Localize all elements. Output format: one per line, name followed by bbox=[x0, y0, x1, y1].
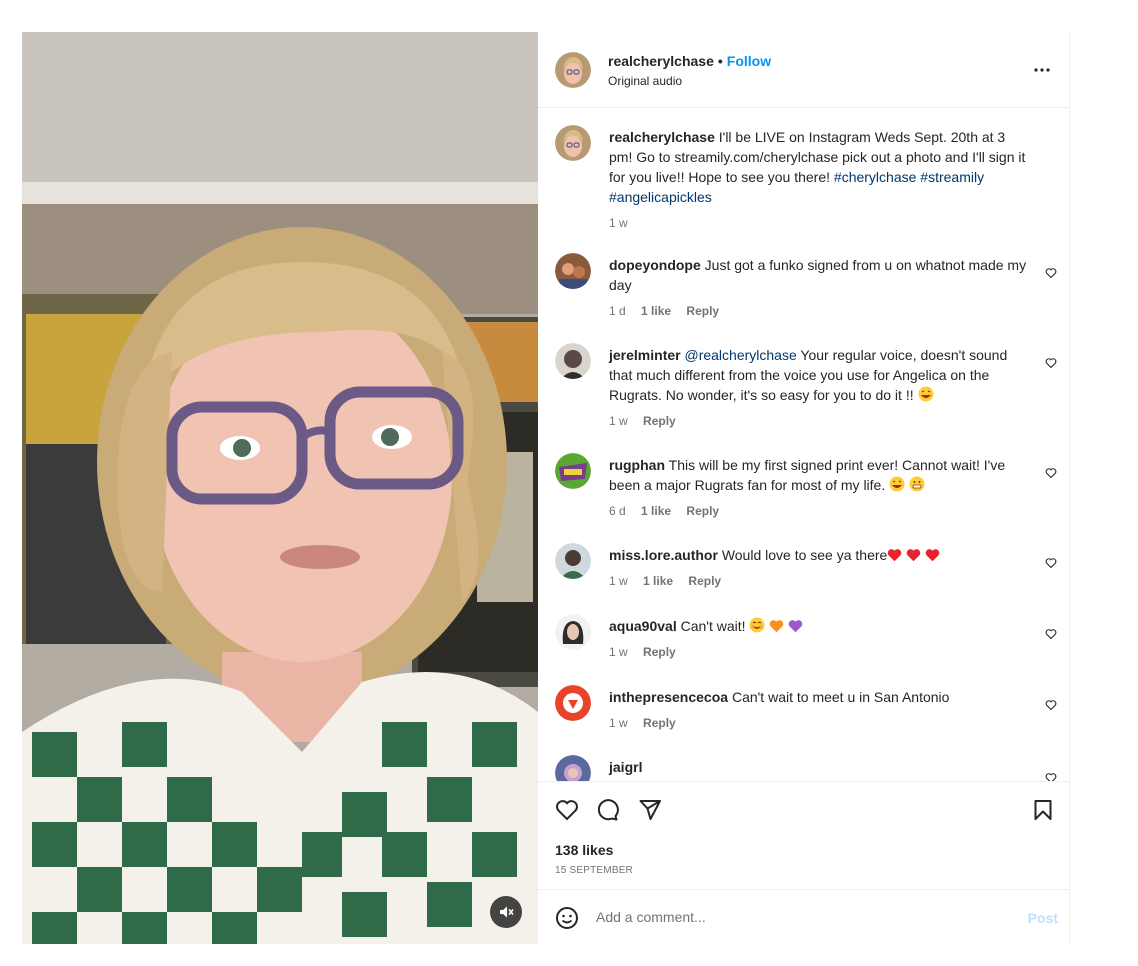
comment-time[interactable]: 1 w bbox=[609, 574, 628, 588]
caption-time[interactable]: 1 w bbox=[609, 216, 628, 230]
like-comment-heart-icon[interactable] bbox=[1045, 467, 1057, 479]
like-comment-heart-icon[interactable] bbox=[1045, 267, 1057, 279]
video-frame bbox=[22, 32, 538, 944]
comment-input[interactable] bbox=[596, 904, 996, 930]
comment-username[interactable]: jaigrl bbox=[609, 759, 642, 775]
author-username[interactable]: realcherylchase bbox=[608, 53, 714, 69]
like-comment-heart-icon[interactable] bbox=[1045, 699, 1057, 711]
comment-time[interactable]: 1 w bbox=[609, 645, 628, 659]
like-comment-heart-icon[interactable] bbox=[1045, 628, 1057, 640]
mute-toggle[interactable] bbox=[490, 896, 522, 928]
share-icon[interactable] bbox=[638, 798, 662, 822]
post-header: realcherylchase • Follow Original audio bbox=[538, 32, 1070, 108]
hashtag-link[interactable]: #streamily bbox=[920, 169, 984, 185]
reel-video[interactable] bbox=[22, 32, 538, 944]
comment-time[interactable]: 1 w bbox=[609, 716, 628, 730]
comment-text: Would love to see ya there bbox=[721, 547, 888, 563]
purple-heart-emoji-icon bbox=[788, 620, 803, 633]
comment-likes[interactable]: 1 like bbox=[641, 504, 671, 518]
emoji-picker-icon[interactable] bbox=[555, 906, 579, 930]
reply-button[interactable]: Reply bbox=[688, 574, 721, 588]
laughing-emoji-icon bbox=[918, 386, 933, 402]
author-avatar[interactable] bbox=[555, 52, 591, 88]
comment-text: Can't wait to meet u in San Antonio bbox=[731, 689, 950, 705]
hashtag-link[interactable]: #cherylchase bbox=[834, 169, 917, 185]
comment-composer: Post bbox=[538, 889, 1070, 944]
commenter-avatar[interactable] bbox=[555, 685, 591, 721]
post-actions: 138 likes 15 SEPTEMBER bbox=[538, 781, 1070, 889]
speaker-muted-icon bbox=[500, 906, 514, 918]
like-comment-heart-icon[interactable] bbox=[1045, 772, 1057, 781]
caption-body: realcherylchase I'll be LIVE on Instagra… bbox=[609, 127, 1029, 231]
comment-time[interactable]: 6 d bbox=[609, 504, 626, 518]
comments-list[interactable]: realcherylchase I'll be LIVE on Instagra… bbox=[538, 109, 1070, 781]
follow-button[interactable]: Follow bbox=[727, 53, 771, 69]
ellipsis-icon bbox=[1034, 68, 1050, 72]
red-heart-emoji-icon bbox=[906, 549, 921, 562]
bookmark-icon[interactable] bbox=[1031, 798, 1055, 822]
commenter-avatar[interactable] bbox=[555, 253, 591, 289]
like-comment-heart-icon[interactable] bbox=[1045, 557, 1057, 569]
more-options-button[interactable] bbox=[1030, 58, 1054, 82]
comment-username[interactable]: rugphan bbox=[609, 457, 665, 473]
commenter-avatar[interactable] bbox=[555, 614, 591, 650]
red-heart-emoji-icon bbox=[888, 549, 902, 562]
comment-likes[interactable]: 1 like bbox=[641, 304, 671, 318]
orange-heart-emoji-icon bbox=[770, 620, 784, 633]
commenter-avatar[interactable] bbox=[555, 343, 591, 379]
smiling-emoji-icon bbox=[749, 617, 765, 633]
heart-icon[interactable] bbox=[555, 798, 579, 822]
reply-button[interactable]: Reply bbox=[643, 716, 676, 730]
separator-dot: • bbox=[717, 53, 723, 69]
comment-time[interactable]: 1 d bbox=[609, 304, 626, 318]
commenter-avatar[interactable] bbox=[555, 543, 591, 579]
post-comment-button[interactable]: Post bbox=[1028, 910, 1058, 926]
mention-link[interactable]: @realcherylchase bbox=[684, 347, 796, 363]
comment-likes[interactable]: 1 like bbox=[643, 574, 673, 588]
grinning-emoji-icon bbox=[909, 476, 925, 492]
caption-author-avatar[interactable] bbox=[555, 125, 591, 161]
reply-button[interactable]: Reply bbox=[686, 504, 719, 518]
hashtag-link[interactable]: #angelicapickles bbox=[609, 189, 712, 205]
post-date: 15 SEPTEMBER bbox=[555, 865, 633, 876]
like-comment-heart-icon[interactable] bbox=[1045, 357, 1057, 369]
comment-username[interactable]: miss.lore.author bbox=[609, 547, 718, 563]
red-heart-emoji-icon bbox=[925, 549, 940, 562]
reply-button[interactable]: Reply bbox=[643, 645, 676, 659]
comment-text: Can't wait! bbox=[680, 618, 746, 634]
comment-username[interactable]: dopeyondope bbox=[609, 257, 701, 273]
comment-username[interactable]: inthepresencecoa bbox=[609, 689, 728, 705]
audio-label[interactable]: Original audio bbox=[608, 74, 682, 88]
commenter-avatar[interactable] bbox=[555, 453, 591, 489]
comment-icon[interactable] bbox=[595, 798, 619, 822]
comment-time[interactable]: 1 w bbox=[609, 414, 628, 428]
caption-username[interactable]: realcherylchase bbox=[609, 129, 715, 145]
comment-username[interactable]: aqua90val bbox=[609, 618, 677, 634]
laughing-emoji-icon bbox=[889, 476, 905, 492]
comment-text: This will be my first signed print ever!… bbox=[609, 457, 1006, 493]
post-panel: realcherylchase•Follow Original audio bbox=[538, 32, 1070, 944]
reply-button[interactable]: Reply bbox=[686, 304, 719, 318]
likes-count[interactable]: 138 likes bbox=[555, 842, 613, 858]
commenter-avatar[interactable] bbox=[555, 755, 591, 781]
reply-button[interactable]: Reply bbox=[643, 414, 676, 428]
comment-username[interactable]: jerelminter bbox=[609, 347, 681, 363]
